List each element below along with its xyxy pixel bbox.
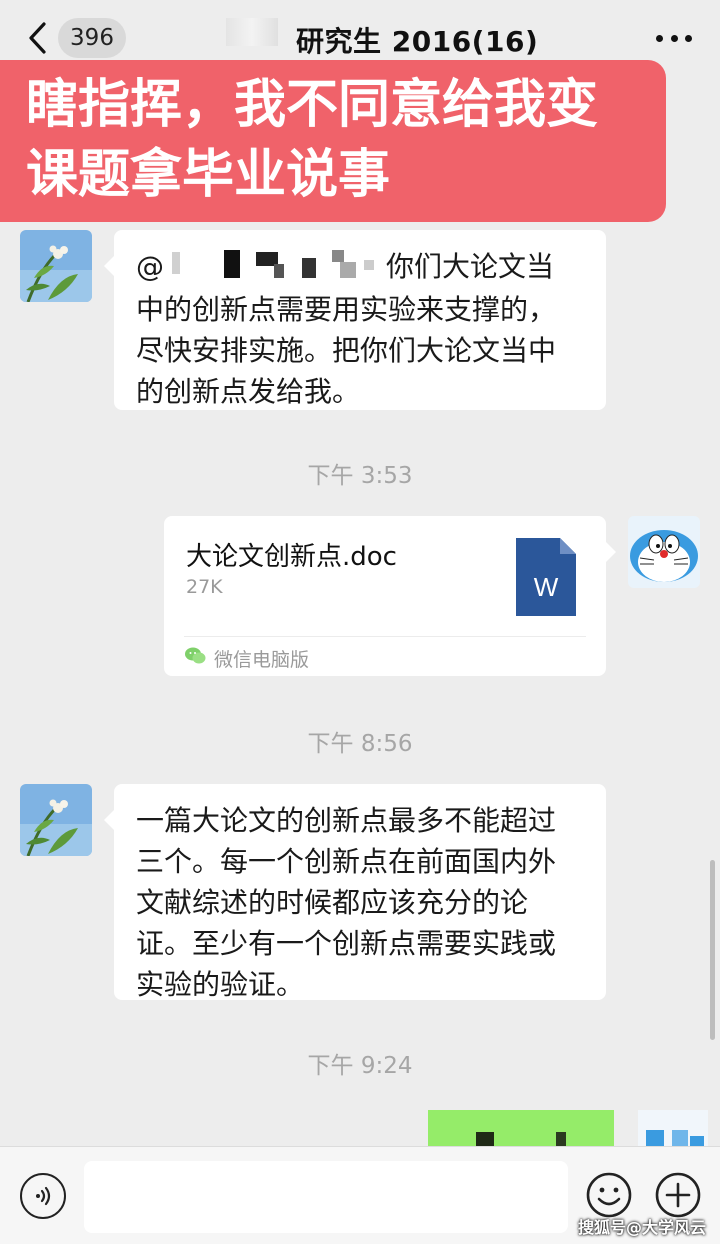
unread-count-badge[interactable]: 396	[58, 18, 126, 58]
back-arrow-icon[interactable]	[22, 20, 52, 56]
redacted-name	[164, 248, 386, 289]
sender-avatar[interactable]	[20, 784, 92, 856]
caption-line-2: 课题拿毕业说事	[26, 145, 391, 205]
voice-input-icon[interactable]	[20, 1173, 66, 1219]
wechat-icon	[184, 646, 206, 670]
message-text: 一篇大论文的创新点最多不能超过 三个。每一个创新点在前面国内外 文献综述的时候都…	[136, 804, 557, 1001]
message-input[interactable]	[84, 1161, 568, 1233]
self-message-bubble-partial[interactable]	[428, 1110, 614, 1146]
timestamp: 下午 9:24	[307, 1053, 413, 1079]
self-avatar-partial	[638, 1110, 708, 1146]
overlay-caption: 瞎指挥，我不同意给我变 课题拿毕业说事	[0, 60, 666, 222]
caption-line-1: 瞎指挥，我不同意给我变	[26, 75, 599, 135]
self-avatar[interactable]	[628, 516, 700, 588]
message-text: @ 你们大论文当 中的创新点需要用实验来支撑的， 尽快安排实施。把你们大论文当中…	[136, 246, 584, 412]
word-doc-icon: W	[516, 538, 576, 616]
message-text-line1: 你们大论文当	[386, 250, 555, 283]
file-size: 27K	[186, 576, 223, 598]
timestamp: 下午 8:56	[307, 731, 413, 757]
sender-avatar[interactable]	[20, 230, 92, 302]
title-redaction	[226, 18, 278, 46]
emoji-icon[interactable]	[585, 1171, 633, 1219]
more-options-icon[interactable]	[656, 26, 692, 50]
file-source-label: 微信电脑版	[214, 648, 310, 671]
mention-prefix: @	[136, 250, 164, 283]
plus-icon[interactable]	[654, 1171, 702, 1219]
file-source: 微信电脑版	[184, 646, 310, 671]
timestamp: 下午 3:53	[307, 463, 413, 489]
message-bubble[interactable]: 一篇大论文的创新点最多不能超过 三个。每一个创新点在前面国内外 文献综述的时候都…	[104, 784, 606, 1001]
file-message-card[interactable]: 大论文创新点.doc 27K W 微信电脑版	[164, 516, 616, 676]
chat-title: 研究生 2016(16)	[296, 25, 539, 58]
scrollbar[interactable]	[710, 860, 715, 1040]
divider	[184, 636, 586, 637]
file-name: 大论文创新点.doc	[186, 542, 397, 572]
message-text-rest: 中的创新点需要用实验来支撑的， 尽快安排实施。把你们大论文当中 的创新点发给我。	[136, 292, 557, 408]
message-bubble[interactable]: @ 你们大论文当 中的创新点需要用实验来支撑的， 尽快安排实施。把你们大论文当中…	[104, 230, 606, 412]
svg-text:W: W	[534, 572, 559, 602]
watermark: 搜狐号@大学风云	[577, 1218, 706, 1237]
